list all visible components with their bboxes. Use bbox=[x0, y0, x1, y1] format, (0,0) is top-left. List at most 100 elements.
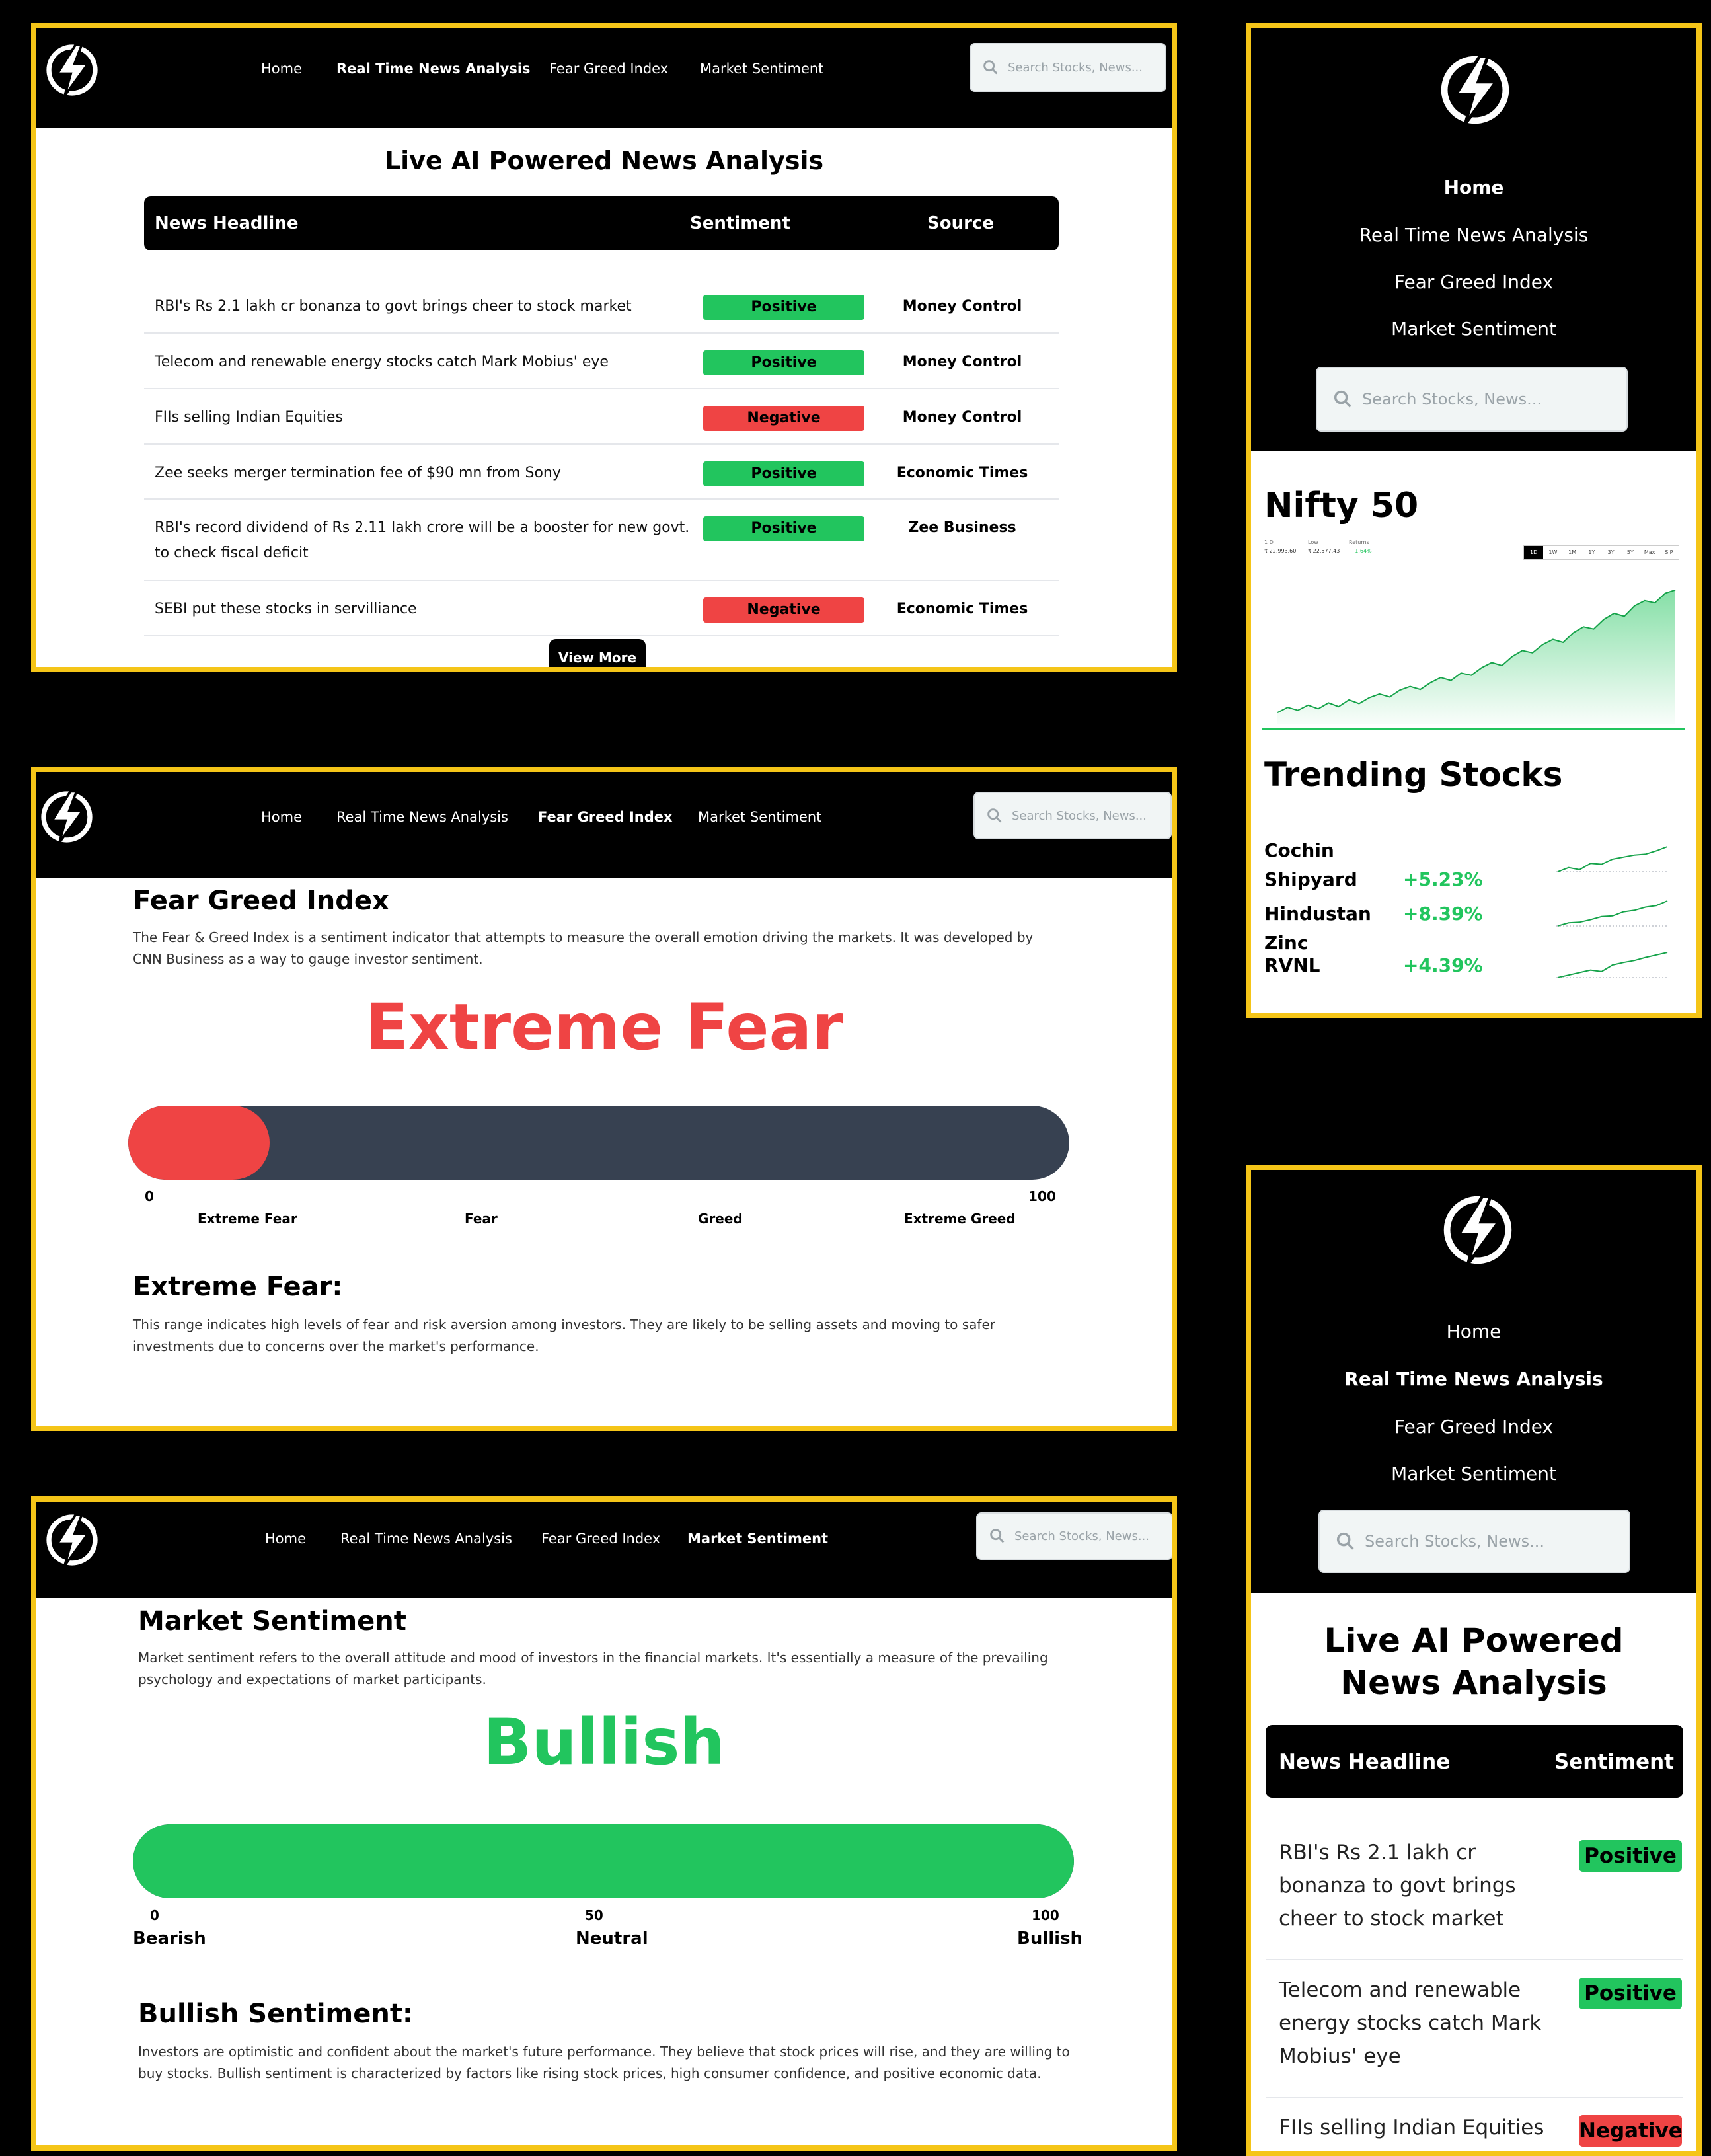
range-tab[interactable]: 1Y bbox=[1582, 546, 1601, 559]
search-box[interactable] bbox=[970, 43, 1166, 92]
scale-value: 0 bbox=[150, 1907, 159, 1923]
range-tab[interactable]: 1M bbox=[1563, 546, 1582, 559]
sentiment-badge: Negative bbox=[703, 597, 864, 623]
news-headline[interactable]: Telecom and renewable energy stocks catc… bbox=[155, 350, 697, 375]
nav-market-sentiment[interactable]: Market Sentiment bbox=[700, 61, 823, 77]
nav-real-time-news[interactable]: Real Time News Analysis bbox=[1251, 1368, 1696, 1390]
nav-real-time-news[interactable]: Real Time News Analysis bbox=[1251, 224, 1696, 246]
table-row[interactable]: RBI's record dividend of Rs 2.11 lakh cr… bbox=[144, 500, 1059, 581]
range-tab[interactable]: SIP bbox=[1659, 546, 1679, 559]
nav-home[interactable]: Home bbox=[1251, 1321, 1696, 1342]
news-source: Money Control bbox=[902, 354, 1022, 370]
scale-value: 50 bbox=[585, 1907, 603, 1923]
sparkline-path bbox=[1557, 900, 1668, 927]
news-headline[interactable]: RBI's Rs 2.1 lakh cr bonanza to govt bri… bbox=[155, 294, 697, 319]
news-headline[interactable]: RBI's record dividend of Rs 2.11 lakh cr… bbox=[155, 516, 697, 566]
search-box[interactable] bbox=[973, 792, 1172, 839]
zone-label: Extreme Greed bbox=[904, 1211, 1016, 1227]
sparkline-path bbox=[1557, 846, 1668, 872]
navbar: Home Real Time News Analysis Fear Greed … bbox=[36, 1502, 1172, 1598]
detail-text: Investors are optimistic and confident a… bbox=[138, 2044, 1070, 2081]
nifty-stat-label: Low bbox=[1308, 539, 1318, 545]
stock-name[interactable]: Hindustan Zinc bbox=[1264, 900, 1410, 958]
lightning-logo-icon[interactable] bbox=[42, 40, 102, 100]
nifty-title: Nifty 50 bbox=[1264, 486, 1419, 525]
table-row[interactable]: Zee seeks merger termination fee of $90 … bbox=[144, 445, 1059, 500]
trending-stock[interactable]: RVNL +4.39% bbox=[1264, 951, 1687, 1011]
mobile-navbar: Home Real Time News Analysis Fear Greed … bbox=[1251, 28, 1696, 451]
nav-fear-greed[interactable]: Fear Greed Index bbox=[541, 1531, 660, 1547]
stock-name[interactable]: Cochin Shipyard bbox=[1264, 836, 1357, 894]
nav-real-time-news[interactable]: Real Time News Analysis bbox=[336, 809, 508, 825]
news-source: Economic Times bbox=[896, 465, 1028, 481]
range-tab[interactable]: 1W bbox=[1543, 546, 1562, 559]
navbar: Home Real Time News Analysis Fear Greed … bbox=[36, 772, 1172, 878]
nav-fear-greed[interactable]: Fear Greed Index bbox=[1251, 271, 1696, 293]
table-header: News Headline Sentiment bbox=[1266, 1725, 1683, 1798]
col-sentiment: Sentiment bbox=[690, 213, 790, 233]
nav-home[interactable]: Home bbox=[265, 1531, 306, 1547]
nav-fear-greed[interactable]: Fear Greed Index bbox=[538, 809, 673, 825]
page-description: Market sentiment refers to the overall a… bbox=[138, 1650, 1048, 1687]
trending-stock[interactable]: Cochin Shipyard +5.23% bbox=[1264, 836, 1687, 896]
news-headline[interactable]: Zee seeks merger termination fee of $90 … bbox=[155, 461, 697, 486]
scale-max: 100 bbox=[1028, 1188, 1056, 1204]
zone-label: Extreme Fear bbox=[198, 1211, 297, 1227]
table-row[interactable]: FIIs selling Indian Equities Negative Mone… bbox=[144, 389, 1059, 445]
nav-real-time-news[interactable]: Real Time News Analysis bbox=[336, 61, 531, 77]
lightning-logo-icon[interactable] bbox=[1435, 50, 1515, 130]
range-tab[interactable]: 1D bbox=[1524, 546, 1544, 559]
table-row[interactable]: SEBI put these stocks in servilliance Neg… bbox=[144, 581, 1059, 636]
news-headline[interactable]: Telecom and renewable energy stocks catc… bbox=[1279, 1974, 1556, 2073]
search-icon bbox=[990, 1529, 1005, 1543]
news-headline[interactable]: RBI's Rs 2.1 lakh cr bonanza to govt bri… bbox=[1279, 1836, 1556, 1935]
search-box[interactable] bbox=[976, 1512, 1172, 1560]
stock-name[interactable]: RVNL bbox=[1264, 951, 1357, 980]
table-row[interactable]: RBI's Rs 2.1 lakh cr bonanza to govt bri… bbox=[144, 278, 1059, 334]
nav-home[interactable]: Home bbox=[261, 809, 302, 825]
table-header: News Headline Sentiment Source bbox=[144, 196, 1059, 250]
sentiment-badge: Positive bbox=[703, 350, 864, 375]
range-tab[interactable]: Max bbox=[1640, 546, 1659, 559]
search-input[interactable] bbox=[1365, 1532, 1613, 1551]
nav-market-sentiment[interactable]: Market Sentiment bbox=[1251, 318, 1696, 340]
view-more-button[interactable]: View More bbox=[549, 639, 646, 667]
nav-home[interactable]: Home bbox=[1251, 176, 1696, 198]
nifty-stat-value: ₹ 22,993.60 bbox=[1264, 548, 1297, 554]
table-row[interactable]: Telecom and renewable energy stocks catc… bbox=[144, 334, 1059, 389]
lightning-logo-icon[interactable] bbox=[1437, 1190, 1518, 1270]
trending-title: Trending Stocks bbox=[1264, 755, 1563, 794]
news-headline[interactable]: FIIs selling Indian Equities bbox=[1279, 2111, 1556, 2144]
lightning-logo-icon[interactable] bbox=[42, 1510, 102, 1570]
search-box[interactable] bbox=[1318, 1510, 1630, 1573]
col-source: Source bbox=[927, 213, 994, 233]
news-headline[interactable]: SEBI put these stocks in servilliance bbox=[155, 597, 697, 622]
scale-value: 100 bbox=[1032, 1907, 1059, 1923]
mobile-navbar: Home Real Time News Analysis Fear Greed … bbox=[1251, 1170, 1696, 1593]
table-row[interactable]: FIIs selling Indian Equities Negative bbox=[1266, 2098, 1683, 2151]
table-row[interactable]: Telecom and renewable energy stocks catc… bbox=[1266, 1960, 1683, 2098]
news-headline[interactable]: FIIs selling Indian Equities bbox=[155, 405, 697, 430]
col-headline: News Headline bbox=[1279, 1750, 1451, 1774]
range-tab[interactable]: 5Y bbox=[1620, 546, 1640, 559]
scale-label: Bullish bbox=[1017, 1929, 1083, 1948]
search-input[interactable] bbox=[1012, 808, 1168, 823]
nav-fear-greed[interactable]: Fear Greed Index bbox=[1251, 1416, 1696, 1438]
news-analysis-panel: Home Real Time News Analysis Fear Greed … bbox=[31, 23, 1177, 672]
table-row[interactable]: RBI's Rs 2.1 lakh cr bonanza to govt bri… bbox=[1266, 1823, 1683, 1960]
nav-home[interactable]: Home bbox=[261, 61, 302, 77]
nav-market-sentiment[interactable]: Market Sentiment bbox=[687, 1531, 828, 1547]
search-input[interactable] bbox=[1014, 1529, 1170, 1543]
nav-market-sentiment[interactable]: Market Sentiment bbox=[698, 809, 821, 825]
lightning-logo-icon[interactable] bbox=[36, 787, 97, 847]
range-tab[interactable]: 3Y bbox=[1601, 546, 1620, 559]
nav-real-time-news[interactable]: Real Time News Analysis bbox=[340, 1531, 512, 1547]
search-input[interactable] bbox=[1008, 60, 1164, 75]
nav-fear-greed[interactable]: Fear Greed Index bbox=[549, 61, 668, 77]
sentiment-badge: Negative bbox=[703, 406, 864, 431]
zone-label: Greed bbox=[698, 1211, 743, 1227]
search-input[interactable] bbox=[1362, 390, 1610, 408]
search-box[interactable] bbox=[1316, 367, 1628, 432]
nav-market-sentiment[interactable]: Market Sentiment bbox=[1251, 1463, 1696, 1484]
search-icon bbox=[1334, 390, 1351, 408]
